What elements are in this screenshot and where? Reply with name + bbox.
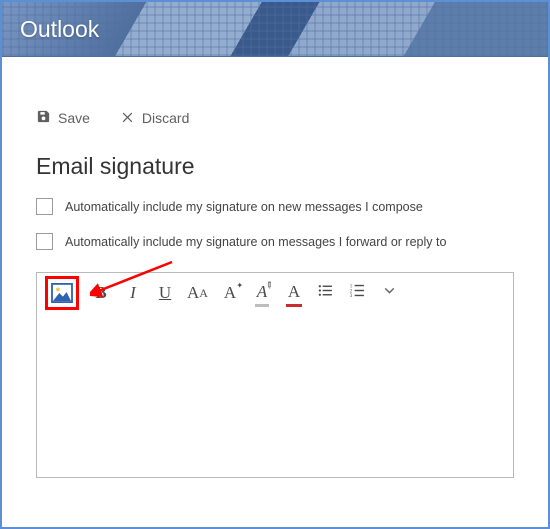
more-formatting-button[interactable]	[380, 281, 400, 305]
format-toolbar: B I U AA A✦ A ✎ A	[37, 273, 513, 313]
svg-text:3: 3	[350, 294, 353, 299]
insert-image-button[interactable]	[51, 283, 73, 303]
save-button[interactable]: Save	[36, 109, 90, 127]
font-size-button[interactable]: AA	[187, 281, 208, 305]
discard-button[interactable]: Discard	[120, 109, 189, 127]
action-toolbar: Save Discard	[36, 109, 514, 127]
picture-icon	[51, 290, 73, 307]
number-list-icon: 123	[349, 282, 366, 304]
save-icon	[36, 109, 51, 127]
close-icon	[120, 109, 135, 127]
option-new-row: Automatically include my signature on ne…	[36, 198, 514, 215]
discard-label: Discard	[142, 110, 189, 126]
font-style-button[interactable]: A✦	[220, 281, 240, 305]
page-title: Email signature	[36, 153, 514, 180]
auto-new-checkbox[interactable]	[36, 198, 53, 215]
auto-reply-checkbox[interactable]	[36, 233, 53, 250]
auto-reply-label: Automatically include my signature on me…	[65, 235, 446, 249]
option-reply-row: Automatically include my signature on me…	[36, 233, 514, 250]
underline-button[interactable]: U	[155, 281, 175, 305]
italic-button[interactable]: I	[123, 281, 143, 305]
bulleted-list-button[interactable]	[316, 281, 336, 305]
highlight-button[interactable]: A ✎	[252, 281, 272, 305]
numbered-list-button[interactable]: 123	[348, 281, 368, 305]
bold-button[interactable]: B	[91, 281, 111, 305]
signature-textarea[interactable]	[37, 313, 513, 477]
font-color-button[interactable]: A	[284, 281, 304, 305]
app-header: Outlook	[2, 2, 548, 57]
app-name: Outlook	[20, 16, 99, 43]
auto-new-label: Automatically include my signature on ne…	[65, 200, 423, 214]
bullet-list-icon	[317, 282, 334, 304]
page-content: Save Discard Email signature Automatical…	[2, 109, 548, 478]
chevron-down-icon	[381, 282, 398, 304]
insert-image-highlight	[45, 276, 79, 310]
save-label: Save	[58, 110, 90, 126]
signature-editor: B I U AA A✦ A ✎ A	[36, 272, 514, 478]
